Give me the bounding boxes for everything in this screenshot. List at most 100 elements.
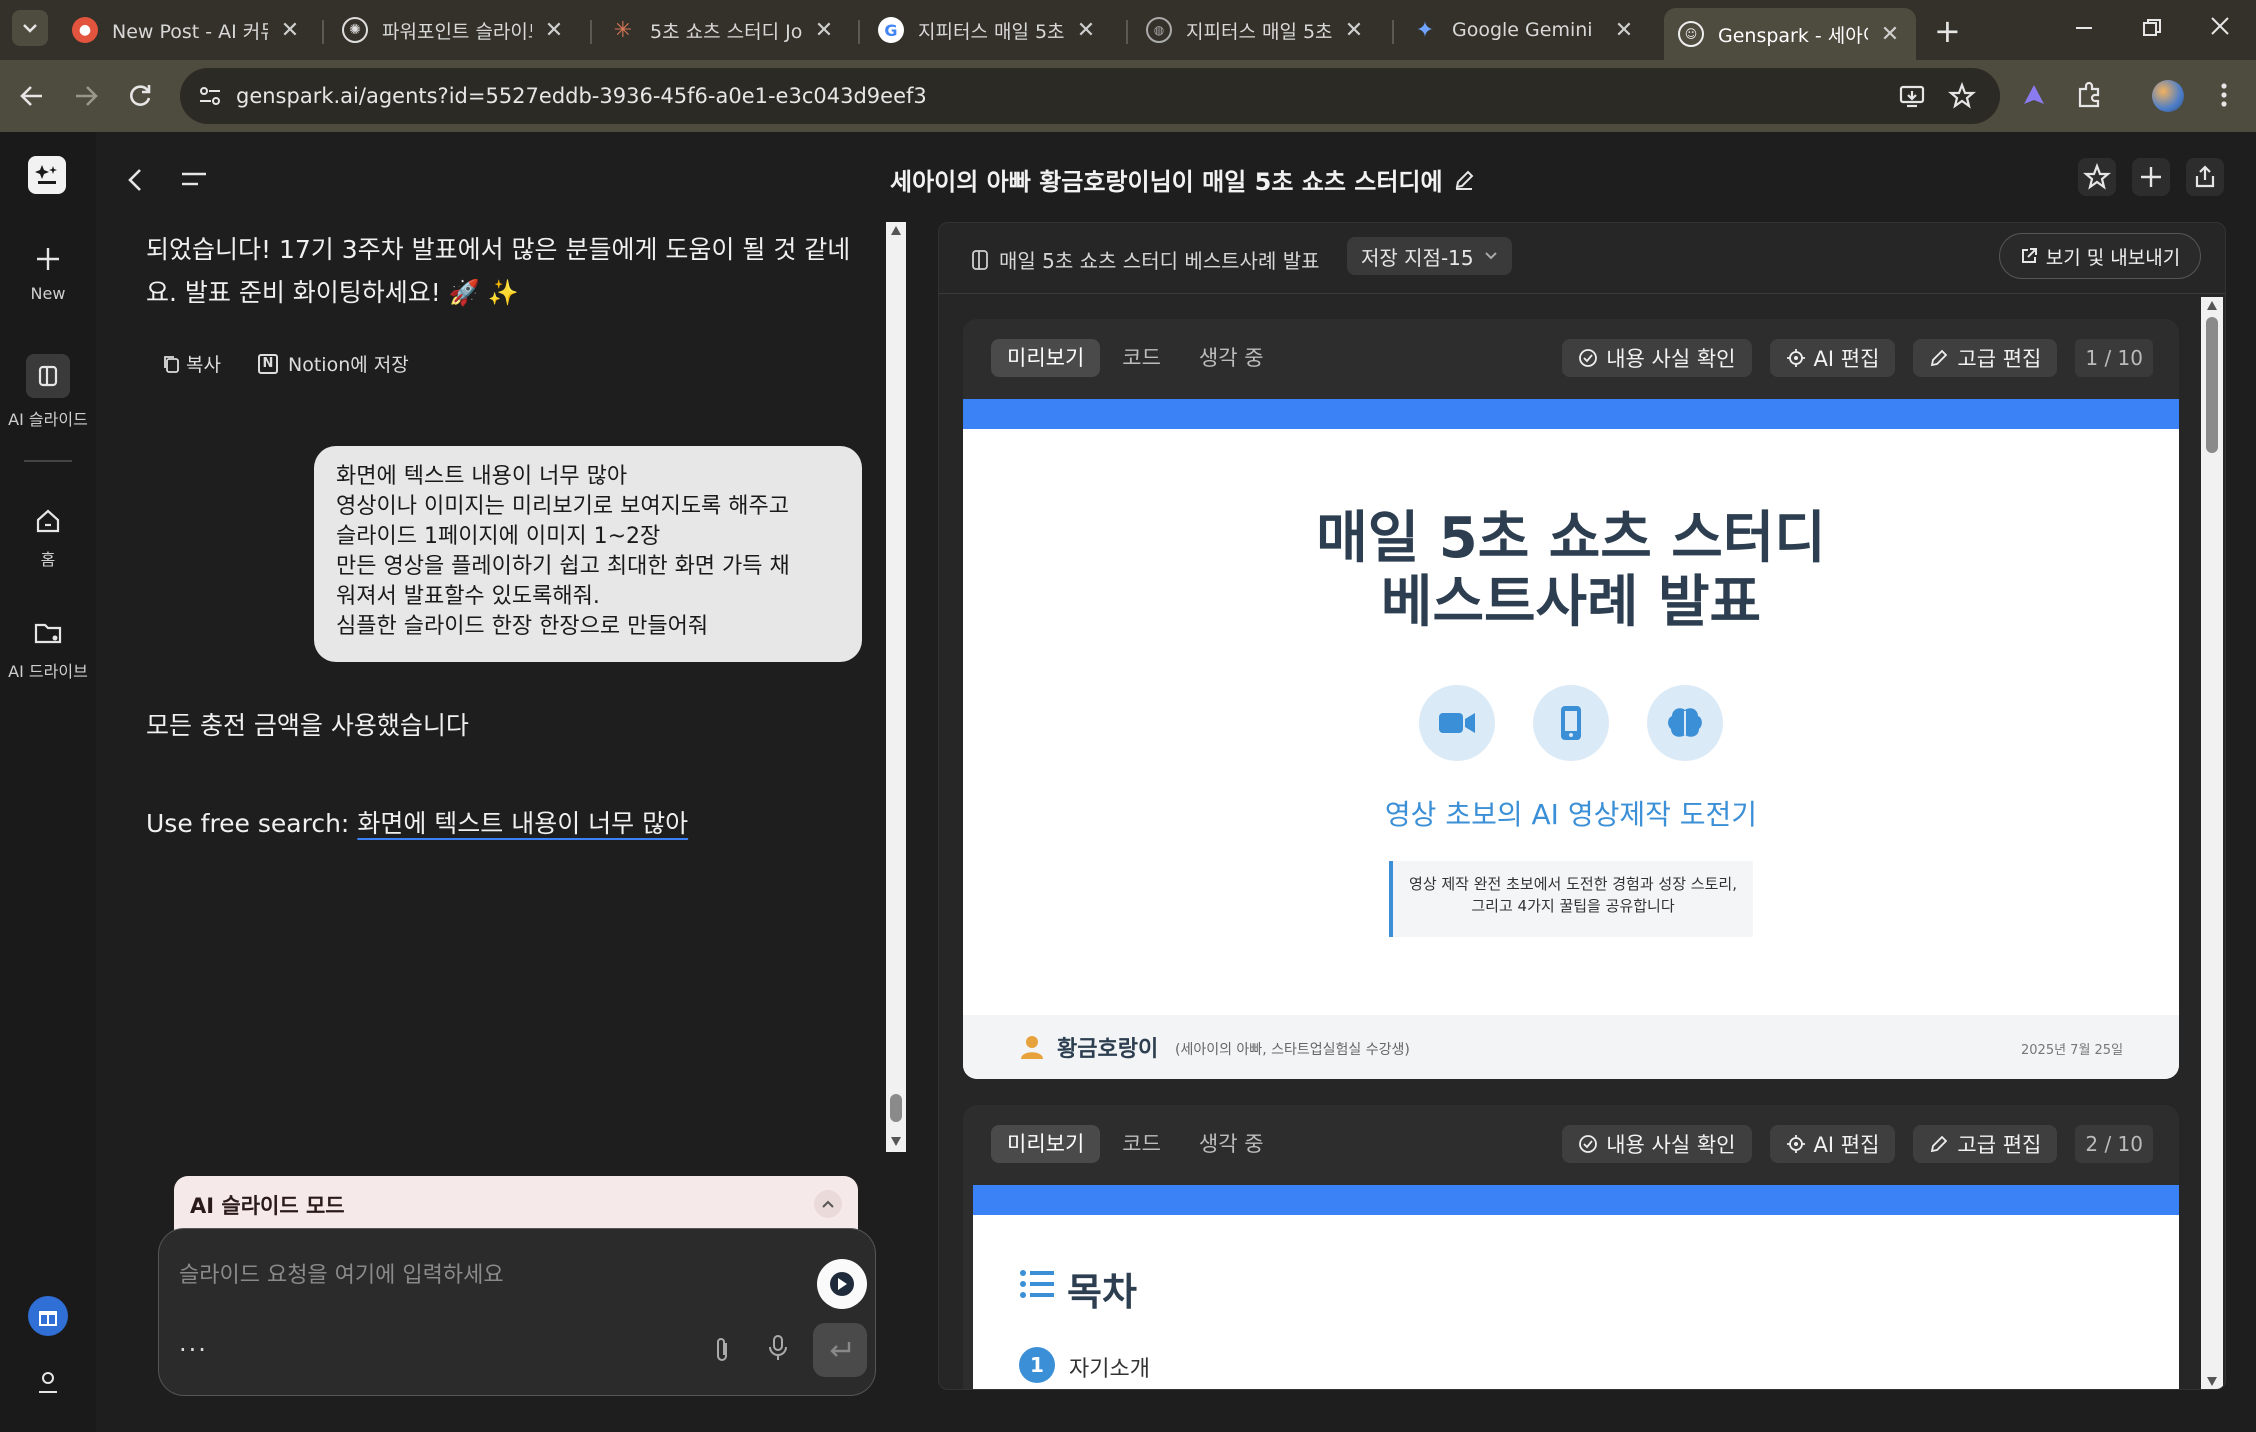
close-icon[interactable]: ✕ (812, 18, 836, 43)
ai-slide-mode-banner[interactable]: AI 슬라이드 모드 (174, 1176, 858, 1234)
share-button[interactable] (2186, 158, 2224, 196)
close-icon[interactable]: ✕ (278, 18, 302, 43)
tab-preview[interactable]: 미리보기 (991, 1125, 1101, 1163)
free-search-link[interactable]: 화면에 텍스트 내용이 너무 많아 (357, 809, 688, 838)
claude-star-icon: ✳ (613, 17, 633, 43)
slide-left-edge (963, 1185, 973, 1389)
browser-tab[interactable]: ✺ 파워포인트 슬라이드 ✕ (328, 10, 580, 50)
send-button[interactable] (813, 1323, 867, 1377)
user-message-line: 심플한 슬라이드 한장 한장으로 만들어줘 (336, 614, 709, 639)
close-icon (2211, 17, 2229, 35)
site-settings-icon[interactable] (198, 84, 222, 108)
browser-tab[interactable]: ● New Post - AI 커뮤 ✕ (58, 10, 316, 50)
back-button[interactable] (126, 166, 144, 194)
share-icon (2195, 165, 2215, 188)
external-link-icon (2021, 248, 2037, 263)
close-window-button[interactable] (2208, 14, 2232, 38)
slide-actions: 내용 사실 확인 AI 편집 고급 편집 1 / 10 (1562, 339, 2153, 377)
check-circle-icon (1579, 349, 1598, 367)
bookmark-star-icon[interactable] (1948, 82, 1976, 110)
rail-new[interactable]: New (0, 242, 96, 303)
scroll-down-arrow[interactable] (2207, 1377, 2217, 1386)
ai-edit-button[interactable]: AI 편집 (1769, 1125, 1896, 1163)
gemini-star-icon: ✦ (1415, 17, 1435, 43)
tab-thinking[interactable]: 생각 중 (1183, 339, 1280, 377)
browser-tab[interactable]: ✳ 5초 쇼츠 스터디 Jo ✕ (596, 10, 850, 50)
doc-title: 매일 5초 쇼츠 스터디 베스트사례 발표 (971, 245, 1320, 274)
save-point-dropdown[interactable]: 저장 지점-15 (1347, 237, 1512, 275)
reload-button[interactable] (126, 82, 154, 110)
chat-scrollbar[interactable] (886, 222, 906, 1152)
advanced-edit-button[interactable]: 고급 편집 (1913, 1125, 2058, 1163)
scroll-up-arrow[interactable] (2207, 301, 2217, 310)
browser-menu-button[interactable] (2218, 80, 2230, 110)
agent-icon (830, 1272, 854, 1296)
user-message-line: 슬라이드 1페이지에 이미지 1~2장 (336, 524, 661, 549)
plus-icon (2141, 167, 2161, 187)
assistant-message: 되었습니다! 17기 3주차 발표에서 많은 분들에게 도움이 될 것 같네요.… (146, 235, 851, 307)
attach-button[interactable] (713, 1335, 731, 1365)
browser-tab[interactable]: ◍ 지피터스 매일 5초 ✕ (1132, 10, 1380, 50)
star-icon (2083, 163, 2111, 190)
scroll-down-arrow[interactable] (891, 1137, 901, 1146)
rail-ai-slides[interactable]: AI 슬라이드 (0, 354, 96, 430)
browser-tab[interactable]: ✦ Google Gemini ✕ (1398, 10, 1650, 50)
panel-scrollbar[interactable] (2201, 297, 2223, 1389)
agent-avatar-button[interactable] (817, 1259, 867, 1309)
edit-pencil-icon[interactable] (1453, 169, 1475, 191)
tab-preview[interactable]: 미리보기 (991, 339, 1101, 377)
profile-avatar[interactable] (2152, 80, 2184, 112)
extensions-puzzle-icon[interactable] (2074, 80, 2104, 110)
favorite-button[interactable] (2078, 158, 2116, 196)
chat-column: 되었습니다! 17기 3주차 발표에서 많은 분들에게 도움이 될 것 같네요.… (96, 132, 906, 1432)
gift-icon (39, 1311, 57, 1326)
gift-button[interactable] (28, 1296, 68, 1336)
view-export-button[interactable]: 보기 및 내보내기 (1999, 233, 2201, 279)
scrollbar-thumb[interactable] (2206, 317, 2218, 453)
fact-check-button[interactable]: 내용 사실 확인 (1562, 1125, 1752, 1163)
menu-button[interactable] (180, 170, 208, 190)
fact-check-button[interactable]: 내용 사실 확인 (1562, 339, 1752, 377)
ai-edit-button[interactable]: AI 편집 (1769, 339, 1896, 377)
more-options[interactable]: ... (179, 1329, 208, 1357)
new-tab-button[interactable]: + (1934, 12, 1961, 50)
account-button[interactable] (34, 1368, 62, 1396)
slide-preview-panel: 매일 5초 쇼츠 스터디 베스트사례 발표 저장 지점-15 보기 및 내보내기… (938, 222, 2226, 1390)
browser-tab-active[interactable]: ☺ Genspark - 세아이의 ✕ (1664, 8, 1916, 60)
close-icon[interactable]: ✕ (1342, 18, 1366, 43)
scroll-up-arrow[interactable] (891, 226, 901, 235)
browser-tab[interactable]: G 지피터스 매일 5초 ✕ (864, 10, 1112, 50)
credit-message: 모든 충전 금액을 사용했습니다 (146, 711, 469, 740)
tab-code[interactable]: 코드 (1106, 339, 1177, 377)
prompt-input-box[interactable]: 슬라이드 요청을 여기에 입력하세요 ... (158, 1228, 876, 1396)
page-indicator: 1 / 10 (2075, 339, 2153, 377)
brain-icon-badge (1647, 685, 1723, 761)
tab-divider (1126, 20, 1128, 44)
extension-icon[interactable] (2020, 82, 2048, 110)
tab-code[interactable]: 코드 (1106, 1125, 1177, 1163)
restore-button[interactable] (2140, 16, 2164, 40)
tab-thinking[interactable]: 생각 중 (1183, 1125, 1280, 1163)
close-icon[interactable]: ✕ (1074, 18, 1098, 43)
minimize-button[interactable] (2072, 14, 2096, 38)
close-icon[interactable]: ✕ (1878, 22, 1902, 47)
advanced-edit-button[interactable]: 고급 편집 (1913, 339, 2058, 377)
scrollbar-thumb[interactable] (890, 1094, 902, 1122)
close-icon[interactable]: ✕ (1612, 18, 1636, 43)
rail-ai-drive[interactable]: AI 드라이브 (0, 616, 96, 682)
forward-button[interactable] (72, 82, 100, 110)
address-bar[interactable]: genspark.ai/agents?id=5527eddb-3936-45f6… (180, 68, 2000, 124)
pencil-icon (1931, 1135, 1948, 1153)
collapse-button[interactable] (814, 1190, 842, 1218)
genspark-logo[interactable] (28, 156, 66, 194)
new-button[interactable] (2132, 158, 2170, 196)
microphone-button[interactable] (767, 1333, 789, 1363)
install-app-icon[interactable] (1898, 82, 1926, 110)
target-icon (1786, 1135, 1805, 1153)
tab-search-button[interactable] (12, 10, 48, 46)
notion-save-button[interactable]: N Notion에 저장 (258, 350, 409, 377)
back-button[interactable] (18, 82, 46, 110)
copy-button[interactable]: 복사 (162, 350, 221, 377)
close-icon[interactable]: ✕ (542, 18, 566, 43)
rail-home[interactable]: 홈 (0, 504, 96, 570)
